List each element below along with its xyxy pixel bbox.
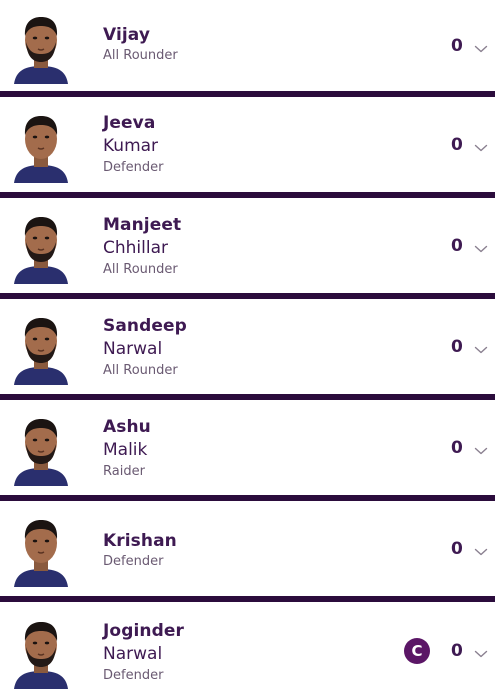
player-role: All Rounder [103, 48, 178, 63]
chevron-down-icon[interactable] [474, 644, 488, 658]
player-points: 0 [451, 135, 463, 155]
player-avatar [12, 613, 70, 689]
chevron-down-icon[interactable] [474, 138, 488, 152]
player-row[interactable]: Joginder Narwal Defender C 0 [0, 602, 495, 700]
player-last-name: Chhillar [103, 238, 168, 258]
player-row[interactable]: Ashu Malik Raider 0 [0, 400, 495, 495]
player-role: Defender [103, 554, 164, 569]
player-avatar [12, 410, 70, 486]
player-row[interactable]: Vijay All Rounder 0 [0, 0, 495, 91]
chevron-down-icon[interactable] [474, 340, 488, 354]
player-role: Defender [103, 160, 164, 175]
player-last-name: Narwal [103, 339, 163, 359]
player-role: All Rounder [103, 262, 178, 277]
player-row[interactable]: Sandeep Narwal All Rounder 0 [0, 299, 495, 394]
player-last-name: Kumar [103, 136, 159, 156]
player-points: 0 [451, 337, 463, 357]
player-first-name: Sandeep [103, 316, 187, 336]
player-avatar [12, 8, 70, 84]
player-avatar [12, 107, 70, 183]
chevron-down-icon[interactable] [474, 441, 488, 455]
player-row[interactable]: Krishan Defender 0 [0, 501, 495, 596]
chevron-down-icon[interactable] [474, 239, 488, 253]
player-avatar [12, 511, 70, 587]
player-role: Defender [103, 668, 164, 683]
player-points: 0 [451, 539, 463, 559]
player-points: 0 [451, 36, 463, 56]
player-avatar [12, 208, 70, 284]
chevron-down-icon[interactable] [474, 542, 488, 556]
player-row[interactable]: Jeeva Kumar Defender 0 [0, 97, 495, 192]
player-last-name: Narwal [103, 644, 163, 664]
player-first-name: Vijay [103, 25, 151, 45]
player-first-name: Krishan [103, 531, 177, 551]
player-first-name: Manjeet [103, 215, 182, 235]
player-row[interactable]: Manjeet Chhillar All Rounder 0 [0, 198, 495, 293]
captain-badge: C [404, 638, 430, 664]
player-list: Vijay All Rounder 0 Jeeva Kumar Defender 0 Manj… [0, 0, 495, 700]
player-avatar [12, 309, 70, 385]
chevron-down-icon[interactable] [474, 39, 488, 53]
player-first-name: Ashu [103, 417, 151, 437]
player-points: 0 [451, 236, 463, 256]
player-points: 0 [451, 641, 463, 661]
player-role: All Rounder [103, 363, 178, 378]
player-last-name: Malik [103, 440, 148, 460]
player-first-name: Jeeva [103, 113, 156, 133]
player-role: Raider [103, 464, 145, 479]
player-first-name: Joginder [103, 621, 184, 641]
player-points: 0 [451, 438, 463, 458]
